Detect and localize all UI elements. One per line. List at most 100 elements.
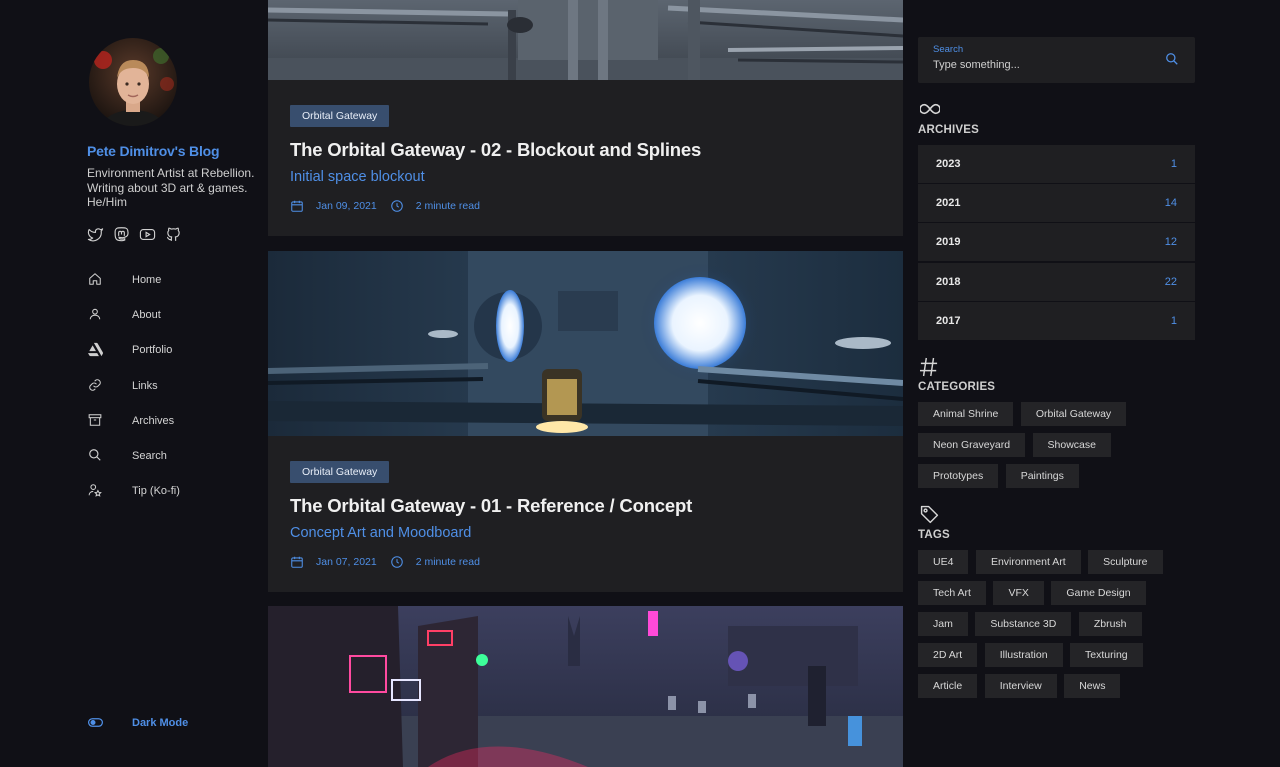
archives-title: ARCHIVES	[918, 124, 980, 136]
archives-list: 2023 1 2021 14 2019 12 2018 22 2017 1	[918, 145, 1195, 341]
tag-chip[interactable]: Tech Art	[918, 581, 986, 605]
tag-icon	[920, 505, 939, 524]
nav-label: Tip (Ko-fi)	[132, 485, 180, 498]
category-chip[interactable]: Showcase	[1032, 433, 1111, 457]
post-date: Jan 07, 2021	[316, 556, 377, 568]
categories-list: Animal Shrine Orbital Gateway Neon Grave…	[918, 402, 1198, 495]
search-box: Search	[918, 37, 1195, 83]
tag-chip[interactable]: News	[1064, 674, 1121, 698]
post-card[interactable]: Orbital Gateway The Orbital Gateway - 01…	[268, 436, 903, 592]
main-nav: Home About Portfolio Links Archives Sear…	[87, 262, 180, 509]
post-subtitle: Concept Art and Moodboard	[290, 525, 472, 541]
archive-year: 2018	[936, 275, 961, 288]
post-read-time: 2 minute read	[415, 556, 480, 568]
archive-year-row[interactable]: 2018 22	[918, 262, 1195, 301]
calendar-icon	[290, 199, 304, 213]
tag-chip[interactable]: Substance 3D	[975, 612, 1072, 636]
archive-year: 2021	[936, 197, 961, 210]
tags-list: UE4 Environment Art Sculpture Tech Art V…	[918, 550, 1198, 705]
post-title[interactable]: The Orbital Gateway - 01 - Reference / C…	[290, 495, 692, 517]
category-badge[interactable]: Orbital Gateway	[290, 105, 390, 127]
post-image-top[interactable]	[268, 0, 903, 80]
search-input[interactable]	[933, 59, 1153, 71]
post-title[interactable]: The Orbital Gateway - 02 - Blockout and …	[290, 139, 701, 161]
tag-chip[interactable]: Game Design	[1051, 581, 1146, 605]
nav-item-portfolio[interactable]: Portfolio	[87, 333, 180, 368]
archive-count: 14	[1164, 197, 1177, 210]
nav-label: Home	[132, 273, 162, 286]
nav-label: Portfolio	[132, 344, 173, 357]
dark-mode-label: Dark Mode	[132, 717, 189, 729]
user-icon	[88, 307, 104, 323]
tag-chip[interactable]: VFX	[993, 581, 1044, 605]
left-sidebar: Pete Dimitrov's Blog Environment Artist …	[0, 0, 268, 767]
artstation-icon	[88, 342, 104, 358]
search-label: Search	[933, 44, 964, 55]
tag-chip[interactable]: Zbrush	[1078, 612, 1142, 636]
tag-chip[interactable]: Jam	[918, 612, 968, 636]
calendar-icon	[290, 555, 304, 569]
archive-count: 22	[1164, 275, 1177, 288]
search-icon	[88, 448, 104, 464]
post-card[interactable]: Orbital Gateway The Orbital Gateway - 02…	[268, 80, 903, 236]
tags-title: TAGS	[918, 529, 950, 541]
archive-year-row[interactable]: 2021 14	[918, 184, 1195, 223]
nav-item-archives[interactable]: Archives	[87, 403, 180, 438]
post-date: Jan 09, 2021	[316, 200, 377, 212]
tag-chip[interactable]: Environment Art	[975, 550, 1081, 574]
post-meta: Jan 09, 2021 2 minute read	[290, 199, 480, 213]
dark-mode-toggle[interactable]: Dark Mode	[87, 715, 188, 731]
nav-item-search[interactable]: Search	[87, 438, 180, 473]
archive-year-row[interactable]: 2017 1	[918, 301, 1195, 340]
search-icon[interactable]	[1165, 52, 1180, 67]
archive-count: 1	[1170, 158, 1177, 170]
tag-chip[interactable]: UE4	[918, 550, 969, 574]
post-read-time: 2 minute read	[415, 200, 480, 212]
home-icon	[88, 272, 104, 288]
post-subtitle: Initial space blockout	[290, 169, 425, 185]
category-chip[interactable]: Orbital Gateway	[1020, 402, 1127, 426]
link-icon	[88, 378, 104, 394]
nav-item-links[interactable]: Links	[87, 368, 180, 403]
tag-chip[interactable]: Article	[918, 674, 978, 698]
social-links	[87, 226, 182, 243]
nav-label: About	[132, 308, 161, 321]
nav-label: Archives	[132, 414, 175, 427]
archive-year-row[interactable]: 2023 1	[918, 145, 1195, 183]
tag-chip[interactable]: 2D Art	[918, 643, 978, 667]
nav-label: Links	[132, 379, 158, 392]
archive-year: 2019	[936, 236, 961, 249]
nav-item-home[interactable]: Home	[87, 262, 180, 297]
twitter-icon[interactable]	[87, 226, 104, 243]
clock-icon	[390, 555, 404, 569]
nav-item-about[interactable]: About	[87, 297, 180, 332]
nav-label: Search	[132, 450, 167, 463]
tag-chip[interactable]: Sculpture	[1088, 550, 1163, 574]
post-image[interactable]	[268, 251, 903, 436]
category-chip[interactable]: Neon Graveyard	[918, 433, 1026, 457]
archive-year-row[interactable]: 2019 12	[918, 223, 1195, 262]
category-chip[interactable]: Animal Shrine	[918, 402, 1014, 426]
nav-item-tip[interactable]: Tip (Ko-fi)	[87, 474, 180, 509]
hashtag-icon	[920, 357, 938, 377]
archive-year: 2023	[936, 158, 961, 170]
category-chip[interactable]: Prototypes	[918, 464, 999, 488]
github-icon[interactable]	[165, 226, 182, 243]
infinity-icon	[920, 102, 940, 116]
youtube-icon[interactable]	[139, 226, 156, 243]
tag-chip[interactable]: Illustration	[984, 643, 1063, 667]
tag-chip[interactable]: Interview	[984, 674, 1057, 698]
toggle-icon	[88, 715, 104, 731]
archive-count: 12	[1164, 236, 1177, 249]
archive-year: 2017	[936, 314, 961, 327]
category-chip[interactable]: Paintings	[1005, 464, 1079, 488]
tip-icon	[88, 483, 104, 499]
tag-chip[interactable]: Texturing	[1070, 643, 1143, 667]
avatar[interactable]	[89, 38, 177, 126]
post-meta: Jan 07, 2021 2 minute read	[290, 555, 480, 569]
mastodon-icon[interactable]	[113, 226, 130, 243]
post-image[interactable]	[268, 606, 903, 767]
category-badge[interactable]: Orbital Gateway	[290, 461, 390, 483]
archive-icon	[88, 413, 104, 429]
blog-title[interactable]: Pete Dimitrov's Blog	[87, 143, 220, 159]
